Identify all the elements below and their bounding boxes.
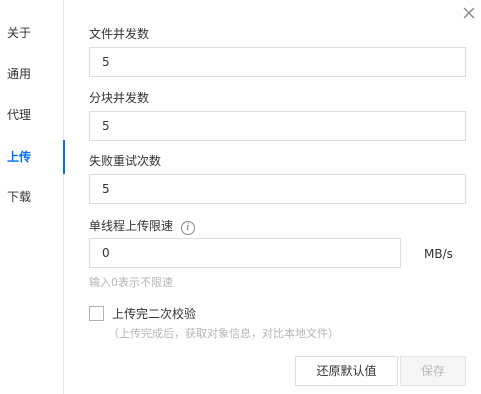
active-indicator: [63, 140, 65, 174]
file-concurrency-input[interactable]: [89, 47, 466, 77]
speed-limit-hint: 输入0表示不限速: [89, 276, 173, 289]
retry-count-input[interactable]: [89, 174, 466, 204]
sidebar-item-general[interactable]: 通用: [0, 57, 64, 91]
chunk-concurrency-input[interactable]: [89, 111, 466, 141]
speed-limit-input[interactable]: [89, 238, 401, 268]
sidebar-item-label: 关于: [7, 26, 32, 40]
restore-defaults-button[interactable]: 还原默认值: [295, 356, 398, 386]
sidebar-item-label: 通用: [7, 67, 32, 81]
double-check-checkbox[interactable]: [89, 306, 104, 321]
sidebar-item-proxy[interactable]: 代理: [0, 98, 64, 132]
file-concurrency-label: 文件并发数: [89, 27, 150, 41]
sidebar-item-label: 下载: [7, 190, 32, 204]
close-icon[interactable]: [460, 4, 478, 22]
sidebar-item-label: 代理: [7, 108, 32, 122]
chunk-concurrency-label: 分块并发数: [89, 91, 150, 105]
double-check-description: （上传完成后，获取对象信息，对比本地文件）: [108, 327, 339, 340]
retry-count-label: 失败重试次数: [89, 154, 162, 168]
info-icon[interactable]: i: [181, 221, 195, 235]
settings-sidebar: 关于 通用 代理 上传 下载: [0, 0, 65, 394]
sidebar-item-label: 上传: [7, 150, 32, 164]
save-button[interactable]: 保存: [400, 356, 466, 386]
double-check-label[interactable]: 上传完二次校验: [112, 305, 196, 323]
sidebar-item-about[interactable]: 关于: [0, 16, 64, 50]
sidebar-item-upload[interactable]: 上传: [0, 140, 65, 174]
speed-unit: MB/s: [424, 247, 453, 261]
sidebar-item-download[interactable]: 下载: [0, 180, 64, 214]
speed-limit-label: 单线程上传限速: [89, 219, 174, 233]
